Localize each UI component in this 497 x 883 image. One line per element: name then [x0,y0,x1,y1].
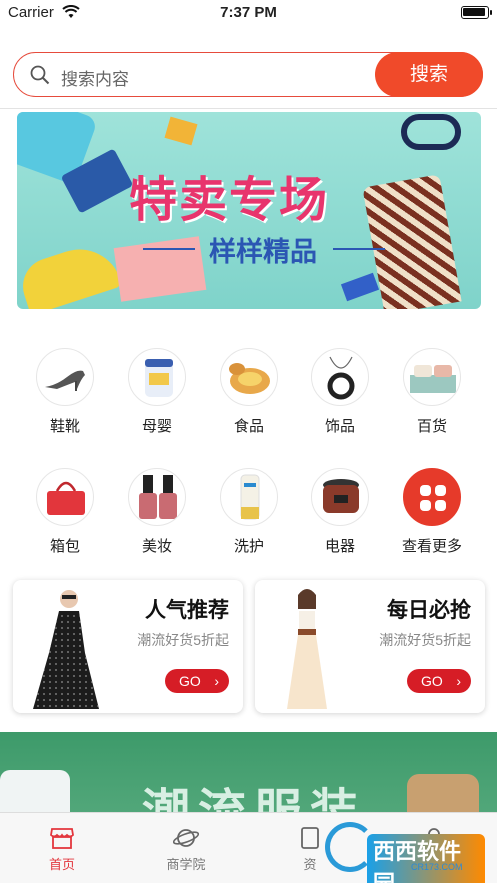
go-button[interactable]: GO › [407,669,471,693]
handbag-icon [36,468,94,526]
header-divider [0,108,497,109]
search-input[interactable]: 搜索内容 [61,65,129,90]
pastry-icon [220,348,278,406]
category-food[interactable]: 食品 [209,348,289,436]
category-shoes[interactable]: 鞋靴 [25,348,105,436]
tab-label: 商学院 [166,857,206,872]
category-label: 食品 [233,418,264,435]
bedding-icon [403,348,461,406]
necklace-icon [311,348,369,406]
category-makeup[interactable]: 美妆 [117,468,197,556]
planet-icon [173,829,199,847]
category-label: 箱包 [49,538,80,555]
promo-banner[interactable]: 特卖专场 样样精品 [17,112,481,309]
go-button[interactable]: GO › [165,669,229,693]
promo-subtitle: 潮流好货5折起 [379,632,471,648]
model-image [33,590,99,709]
tab-business-school[interactable]: 商学院 [124,813,248,883]
watermark-logo: 西西软件园 CR173.COM [317,820,485,883]
category-wash-care[interactable]: 洗护 [209,468,289,556]
lotion-icon [220,468,278,526]
promo-title: 人气推荐 [145,599,229,622]
promo-title: 每日必抢 [387,599,471,622]
category-more[interactable]: 查看更多 [392,468,472,556]
banner-confetti [340,272,380,302]
go-label: GO [421,673,443,689]
category-label: 母婴 [141,418,172,435]
search-icon [30,65,50,85]
high-heel-icon [36,348,94,406]
search-button[interactable]: 搜索 [375,51,483,97]
nail-polish-icon [128,468,186,526]
tab-home[interactable]: 首页 [0,813,124,883]
coat-illustration [407,774,479,814]
category-appliances[interactable]: 电器 [300,468,380,556]
shirt-illustration [0,770,70,814]
banner-sunglasses-illustration [401,114,461,150]
tab-label: 首页 [48,857,75,872]
clock: 7:37 PM [220,4,277,21]
banner-title: 特卖专场 [129,174,330,227]
banner-subtitle: 样样精品 [209,237,317,267]
milk-powder-icon [128,348,186,406]
category-bags[interactable]: 箱包 [25,468,105,556]
store-icon [50,828,74,849]
category-baby[interactable]: 母婴 [117,348,197,436]
chevron-right-icon: › [456,673,461,689]
category-accessories[interactable]: 饰品 [300,348,380,436]
battery-icon [461,6,492,19]
chevron-right-icon: › [214,673,219,689]
category-label: 美妆 [141,538,172,555]
category-label: 电器 [324,538,355,555]
rice-cooker-icon [311,468,369,526]
category-label: 鞋靴 [49,418,80,435]
go-label: GO [179,673,201,689]
status-bar: Carrier 7:37 PM [0,0,497,28]
fashion-banner[interactable]: 潮流服装 [0,732,497,814]
category-general[interactable]: 百货 [392,348,472,436]
category-label: 饰品 [324,418,355,435]
category-label: 洗护 [233,538,264,555]
category-label: 查看更多 [401,538,462,555]
watermark-text: 西西软件园 [367,834,485,883]
more-grid-icon [403,468,461,526]
promo-subtitle: 潮流好货5折起 [137,632,229,648]
search-bar[interactable]: 搜索内容 搜索 [13,51,483,97]
promo-card-daily[interactable]: 每日必抢 潮流好货5折起 GO › [255,580,485,713]
model-image [287,589,327,709]
promo-card-popular[interactable]: 人气推荐 潮流好货5折起 GO › [13,580,243,713]
fashion-banner-title: 潮流服装 [142,786,367,814]
watermark-sub: CR173.COM [411,862,463,872]
banner-confetti [164,116,198,146]
banner-shoe-illustration [17,238,123,309]
category-label: 百货 [416,418,447,435]
